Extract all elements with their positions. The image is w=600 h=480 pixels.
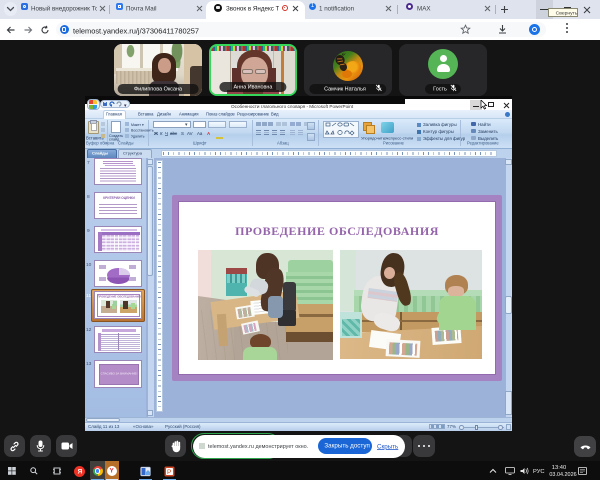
svg-text:P: P — [167, 469, 171, 476]
